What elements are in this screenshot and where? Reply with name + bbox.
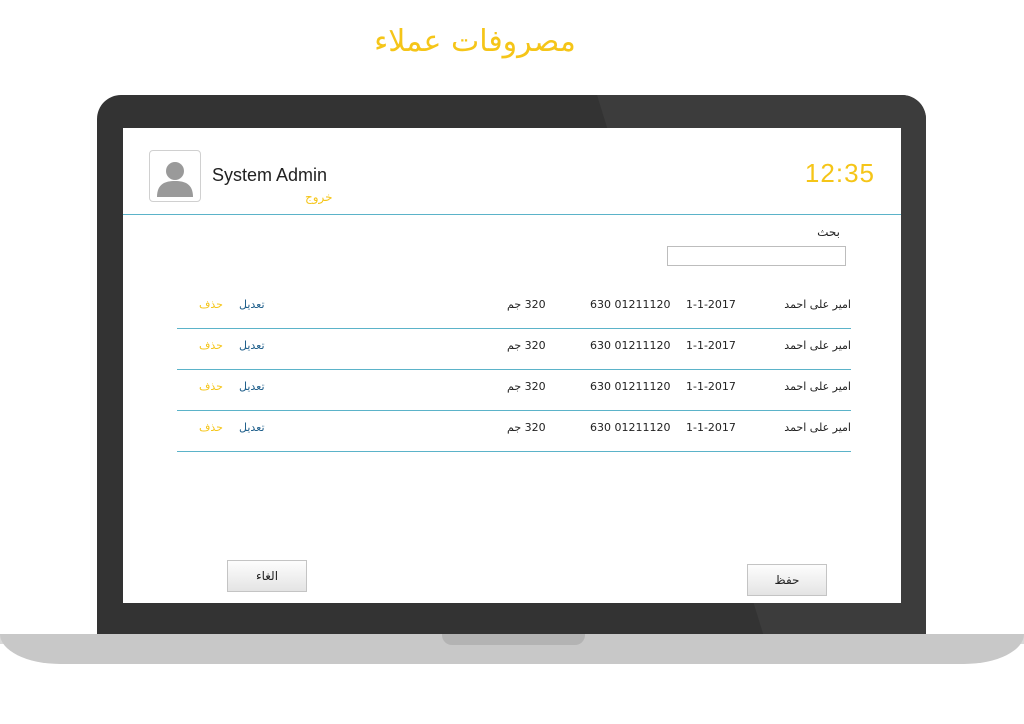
customer-name-cell: امير على احمد (784, 339, 851, 352)
trackpad-notch (442, 634, 585, 645)
phone-cell: 630 01211120 (590, 339, 671, 352)
delete-link[interactable]: حذف (199, 421, 223, 434)
amount-cell: 320 جم (507, 421, 546, 434)
table-row: امير على احمد 1-1-2017 630 01211120 320 … (177, 370, 851, 411)
logout-link[interactable]: خروج (305, 190, 333, 204)
amount-cell: 320 جم (507, 380, 546, 393)
edit-link[interactable]: تعديل (239, 380, 265, 393)
cancel-button[interactable]: الغاء (227, 560, 307, 592)
avatar (149, 150, 201, 202)
user-name: System Admin (212, 165, 328, 185)
header-divider (123, 214, 901, 215)
customer-name-cell: امير على احمد (784, 298, 851, 311)
phone-cell: 630 01211120 (590, 380, 671, 393)
table-row: امير على احمد 1-1-2017 630 01211120 320 … (177, 411, 851, 452)
clock: 12:35 (804, 158, 875, 188)
date-cell: 1-1-2017 (686, 421, 736, 434)
expenses-table: امير على احمد 1-1-2017 630 01211120 320 … (177, 288, 851, 452)
delete-link[interactable]: حذف (199, 380, 223, 393)
phone-cell: 630 01211120 (590, 421, 671, 434)
edit-link[interactable]: تعديل (239, 298, 265, 311)
table-row: امير على احمد 1-1-2017 630 01211120 320 … (177, 288, 851, 329)
amount-cell: 320 جم (507, 339, 546, 352)
page-title: مصروفات عملاء (374, 24, 576, 59)
save-button[interactable]: حفظ (747, 564, 827, 596)
delete-link[interactable]: حذف (199, 298, 223, 311)
date-cell: 1-1-2017 (686, 298, 736, 311)
delete-link[interactable]: حذف (199, 339, 223, 352)
user-avatar-icon (157, 162, 193, 197)
search-label: بحث (817, 225, 840, 239)
table-row: امير على احمد 1-1-2017 630 01211120 320 … (177, 329, 851, 370)
amount-cell: 320 جم (507, 298, 546, 311)
search-input[interactable] (667, 246, 846, 266)
edit-link[interactable]: تعديل (239, 339, 265, 352)
date-cell: 1-1-2017 (686, 380, 736, 393)
app-screen: System Admin خروج 12:35 بحث امير على احم… (123, 128, 901, 603)
date-cell: 1-1-2017 (686, 339, 736, 352)
customer-name-cell: امير على احمد (784, 380, 851, 393)
customer-name-cell: امير على احمد (784, 421, 851, 434)
edit-link[interactable]: تعديل (239, 421, 265, 434)
phone-cell: 630 01211120 (590, 298, 671, 311)
